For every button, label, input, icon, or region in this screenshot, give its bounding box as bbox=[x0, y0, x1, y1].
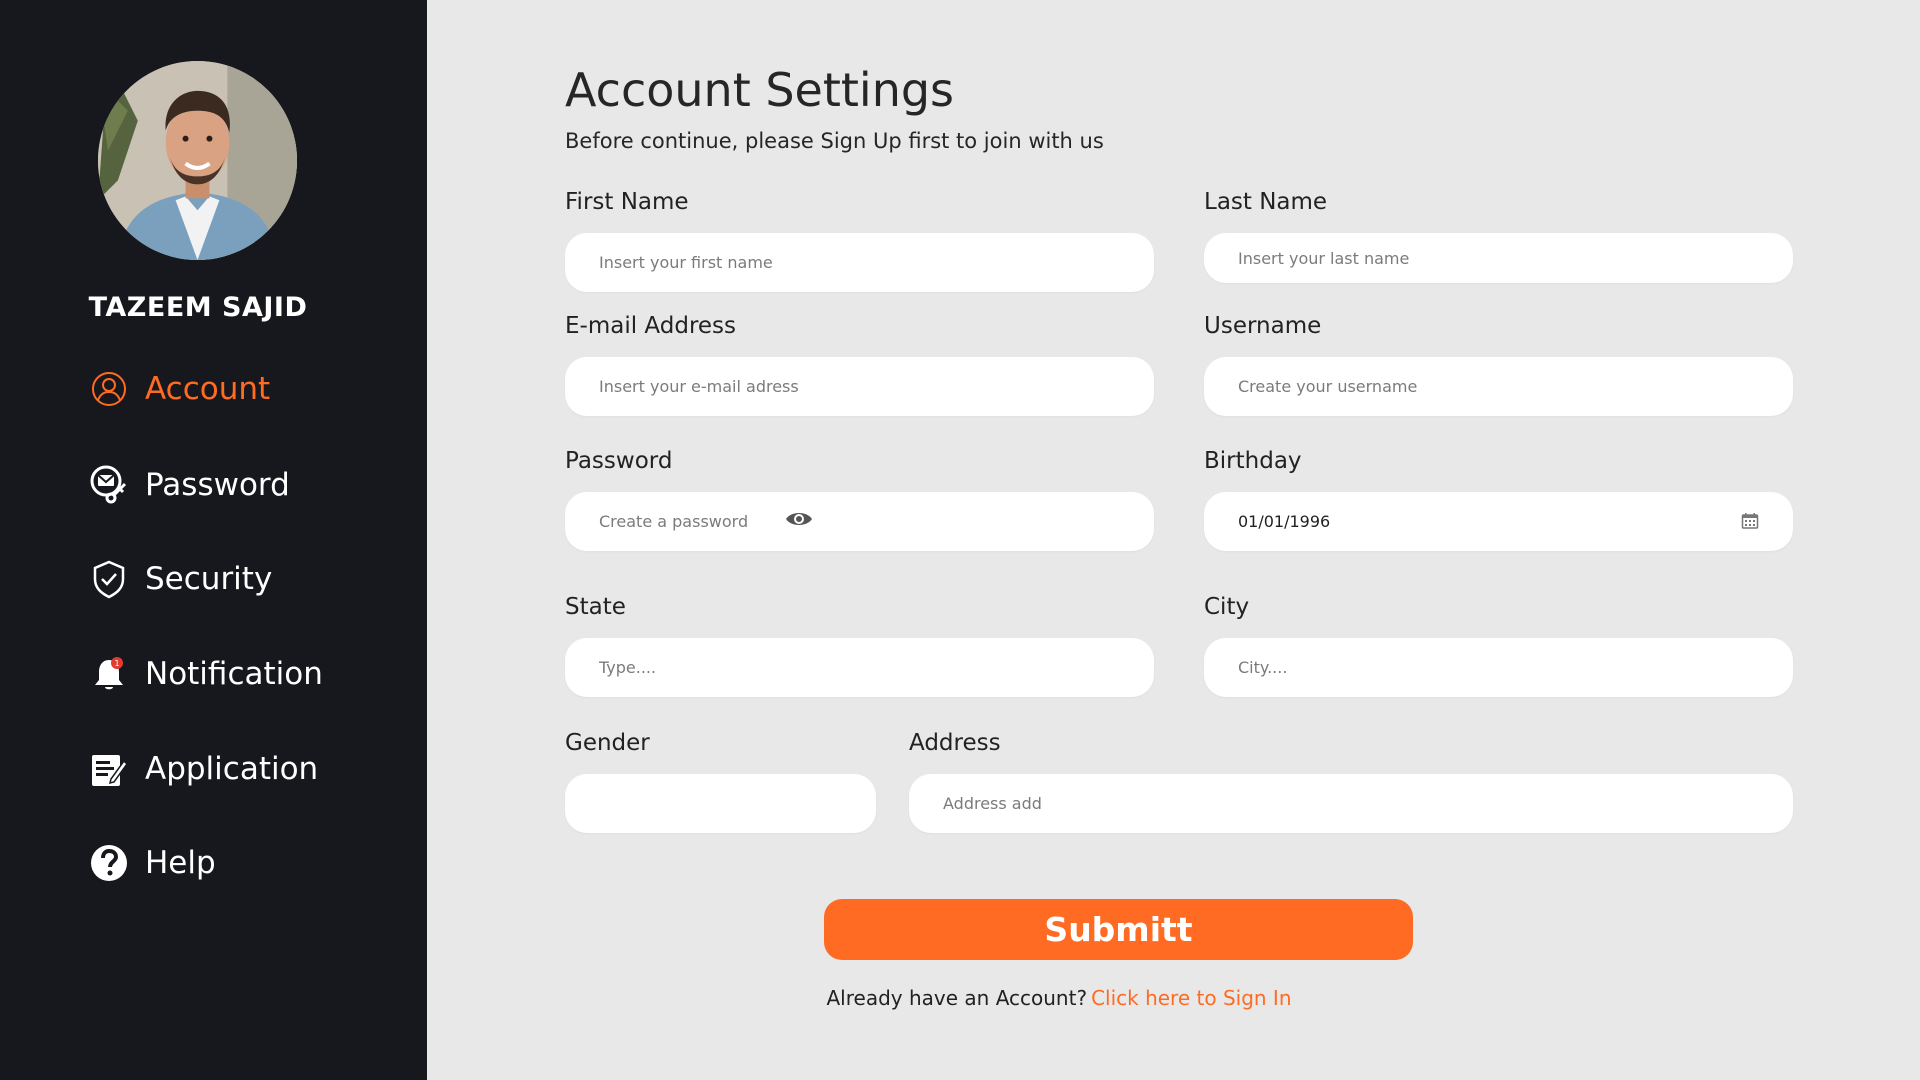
last-name-field bbox=[1204, 233, 1793, 283]
sidebar-item-label: Security bbox=[145, 561, 273, 597]
signin-prompt: Already have an Account? bbox=[826, 986, 1088, 1010]
user-circle-icon bbox=[88, 368, 130, 410]
svg-text:1: 1 bbox=[114, 659, 119, 668]
avatar-image bbox=[98, 61, 297, 260]
sidebar-item-security[interactable]: Security bbox=[88, 557, 272, 601]
shield-check-icon bbox=[88, 558, 130, 600]
email-label: E-mail Address bbox=[565, 313, 737, 339]
sidebar-item-label: Application bbox=[145, 751, 319, 787]
city-field bbox=[1204, 638, 1793, 697]
sidebar-item-label: Notification bbox=[145, 656, 323, 692]
page-subtitle: Before continue, please Sign Up first to… bbox=[565, 129, 1104, 153]
password-label: Password bbox=[565, 448, 673, 474]
last-name-input[interactable] bbox=[1238, 248, 1759, 268]
birthday-label: Birthday bbox=[1204, 448, 1302, 474]
sidebar-item-label: Account bbox=[145, 371, 271, 407]
submit-button[interactable]: Submitt bbox=[824, 899, 1413, 960]
user-name: TAZEEM SAJID bbox=[88, 292, 308, 323]
mail-key-icon bbox=[88, 464, 130, 506]
bell-icon: 1 bbox=[88, 653, 130, 695]
sidebar: TAZEEM SAJID Account Password Security 1… bbox=[0, 0, 427, 1080]
help-circle-icon bbox=[88, 842, 130, 884]
signin-link[interactable]: Click here to Sign In bbox=[1091, 986, 1291, 1010]
first-name-input[interactable] bbox=[599, 253, 1120, 272]
last-name-label: Last Name bbox=[1204, 189, 1328, 215]
email-field bbox=[565, 357, 1154, 416]
page-title: Account Settings bbox=[565, 63, 955, 117]
birthday-field bbox=[1204, 492, 1793, 551]
app-window: TAZEEM SAJID Account Password Security 1… bbox=[0, 0, 1920, 1080]
gender-input[interactable] bbox=[599, 794, 842, 813]
gender-label: Gender bbox=[565, 730, 650, 756]
username-label: Username bbox=[1204, 313, 1322, 339]
address-input[interactable] bbox=[943, 794, 1759, 813]
username-input[interactable] bbox=[1238, 377, 1759, 396]
state-label: State bbox=[565, 594, 626, 620]
sidebar-item-label: Password bbox=[145, 467, 290, 503]
first-name-field bbox=[565, 233, 1154, 292]
avatar[interactable] bbox=[98, 61, 297, 260]
birthday-input[interactable] bbox=[1238, 512, 1759, 531]
document-edit-icon bbox=[88, 748, 130, 790]
first-name-label: First Name bbox=[565, 189, 689, 215]
eye-icon[interactable] bbox=[785, 509, 813, 534]
sidebar-item-label: Help bbox=[145, 845, 216, 881]
state-field bbox=[565, 638, 1154, 697]
sidebar-item-password[interactable]: Password bbox=[88, 463, 290, 507]
address-field bbox=[909, 774, 1793, 833]
signin-row: Already have an Account? Click here to Si… bbox=[0, 986, 1920, 1010]
state-input[interactable] bbox=[599, 658, 1120, 677]
gender-field bbox=[565, 774, 876, 833]
password-field bbox=[565, 492, 1154, 551]
address-label: Address bbox=[909, 730, 1001, 756]
sidebar-item-help[interactable]: Help bbox=[88, 841, 216, 885]
sidebar-item-account[interactable]: Account bbox=[88, 367, 270, 411]
city-input[interactable] bbox=[1238, 658, 1759, 677]
calendar-icon[interactable] bbox=[1741, 512, 1759, 535]
sidebar-item-application[interactable]: Application bbox=[88, 747, 318, 791]
password-input[interactable] bbox=[599, 512, 769, 531]
email-input[interactable] bbox=[599, 377, 1120, 396]
sidebar-item-notification[interactable]: 1 Notification bbox=[88, 652, 323, 696]
username-field bbox=[1204, 357, 1793, 416]
city-label: City bbox=[1204, 594, 1250, 620]
